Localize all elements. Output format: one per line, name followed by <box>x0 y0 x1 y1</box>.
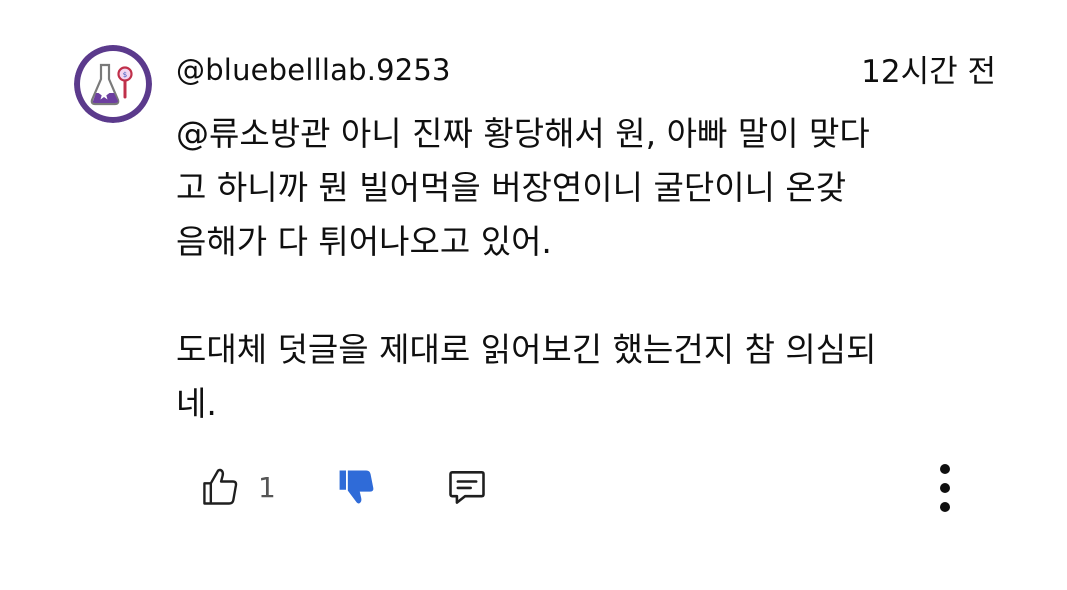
reply-button[interactable] <box>445 455 489 519</box>
more-options-button[interactable] <box>930 455 960 519</box>
comment-item: $ @bluebelllab.9253 12시간 전 @류소방관 아니 진짜 황… <box>0 0 1067 590</box>
comment-header: @bluebelllab.9253 12시간 전 <box>176 50 996 94</box>
comment-text-line: @류소방관 아니 진짜 황당해서 원, 아빠 말이 맞다 <box>176 114 870 153</box>
thumbs-down-icon <box>339 470 374 504</box>
bluebell-lab-logo-icon: $ <box>74 45 152 123</box>
thumbs-up-icon <box>203 468 238 505</box>
comment-text: @류소방관 아니 진짜 황당해서 원, 아빠 말이 맞다 고 하니까 뭔 빌어먹… <box>176 107 1016 431</box>
author-name[interactable]: @bluebelllab.9253 <box>176 50 451 90</box>
comment-text-line: 고 하니까 뭔 빌어먹을 버장연이니 굴단이니 온갖 <box>176 168 847 207</box>
comment-bubble-icon <box>449 471 485 504</box>
comment-text-line: 음해가 다 튀어나오고 있어. <box>176 222 552 261</box>
comment-timestamp[interactable]: 12시간 전 <box>861 52 996 92</box>
like-count: 1 <box>258 470 276 504</box>
more-vertical-icon <box>940 464 950 512</box>
comment-action-bar: 1 <box>190 455 980 519</box>
avatar[interactable]: $ <box>74 45 152 123</box>
comment-text-line: 도대체 덧글을 제대로 읽어보긴 했는건지 참 의심되 <box>176 330 877 369</box>
dislike-button[interactable] <box>335 455 379 519</box>
svg-text:$: $ <box>123 71 127 79</box>
comment-text-line: 네. <box>176 384 217 423</box>
like-button[interactable]: 1 <box>198 455 276 519</box>
